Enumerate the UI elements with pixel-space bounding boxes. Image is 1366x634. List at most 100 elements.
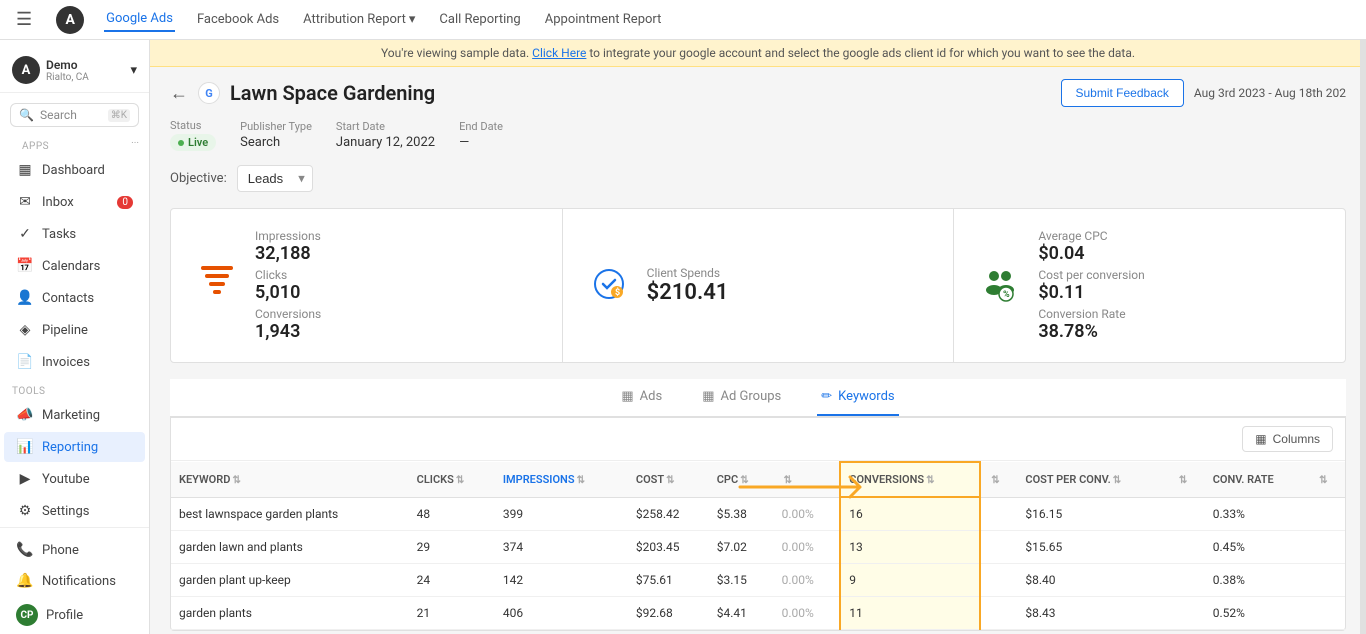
th-clicks[interactable]: CLICKS⇅ bbox=[409, 462, 495, 497]
sidebar-item-marketing[interactable]: 📣 Marketing bbox=[4, 400, 145, 430]
nav-facebook-ads[interactable]: Facebook Ads bbox=[195, 8, 281, 31]
cell-impressions: 399 bbox=[495, 497, 628, 531]
th-cpc[interactable]: CPC⇅ bbox=[709, 462, 774, 497]
inbox-icon: ✉ bbox=[16, 194, 34, 210]
sidebar-item-notifications[interactable]: 🔔 Notifications bbox=[4, 566, 145, 596]
hamburger-menu[interactable]: ☰ bbox=[16, 9, 32, 30]
cell-keyword: garden lawn and plants bbox=[171, 531, 409, 564]
account-name: Demo bbox=[46, 58, 124, 72]
th-conversions[interactable]: CONVERSIONS⇅ bbox=[840, 462, 980, 497]
sort-icon: ⇅ bbox=[1319, 475, 1327, 486]
sidebar-item-calendars[interactable]: 📅 Calendars bbox=[4, 251, 145, 281]
nav-call-reporting[interactable]: Call Reporting bbox=[437, 8, 522, 31]
sidebar-item-label: Contacts bbox=[42, 291, 94, 306]
status-dot bbox=[178, 140, 184, 146]
sample-data-banner: You're viewing sample data. Click Here t… bbox=[150, 40, 1366, 67]
cell-conv-rate: 0.38% bbox=[1205, 564, 1309, 597]
cell-impressions: 374 bbox=[495, 531, 628, 564]
integrate-link[interactable]: Click Here bbox=[532, 46, 586, 60]
sidebar-item-label: Reporting bbox=[42, 440, 98, 455]
scrollbar[interactable] bbox=[1360, 40, 1366, 634]
tab-ad-groups[interactable]: ▦ Ad Groups bbox=[698, 379, 785, 416]
tasks-icon: ✓ bbox=[16, 226, 34, 242]
th-cpc-pct[interactable]: ⇅ bbox=[774, 462, 841, 497]
search-icon: 🔍 bbox=[19, 108, 34, 122]
cell-cost-per-conv: $8.43 bbox=[1017, 597, 1169, 630]
columns-icon: ▦ bbox=[1255, 432, 1266, 446]
sidebar-search[interactable]: 🔍 Search ⌘K bbox=[10, 103, 139, 127]
apps-expand-icon[interactable]: ··· bbox=[131, 138, 139, 149]
app-logo: A bbox=[56, 6, 84, 34]
sidebar-item-tasks[interactable]: ✓ Tasks bbox=[4, 219, 145, 249]
th-keyword[interactable]: KEYWORD⇅ bbox=[171, 462, 409, 497]
sort-icon: ⇅ bbox=[666, 475, 674, 486]
sidebar-item-phone[interactable]: 📞 Phone bbox=[4, 535, 145, 565]
stat-card-funnel: Impressions 32,188 Clicks 5,010 Conversi… bbox=[171, 209, 563, 362]
status-info: Status Live bbox=[170, 119, 216, 151]
sidebar-item-label: Tasks bbox=[42, 227, 76, 242]
cell-clicks: 21 bbox=[409, 597, 495, 630]
cell-cost: $92.68 bbox=[628, 597, 709, 630]
sidebar-item-reporting[interactable]: 📊 Reporting bbox=[4, 432, 145, 462]
cell-keyword: garden plants bbox=[171, 597, 409, 630]
sidebar-item-label: Phone bbox=[42, 543, 79, 558]
sidebar-item-inbox[interactable]: ✉ Inbox 0 bbox=[4, 187, 145, 217]
tab-ads[interactable]: ▦ Ads bbox=[617, 379, 666, 416]
th-cost[interactable]: COST⇅ bbox=[628, 462, 709, 497]
th-conv-pct[interactable]: ⇅ bbox=[980, 462, 1017, 497]
sidebar-item-contacts[interactable]: 👤 Contacts bbox=[4, 283, 145, 313]
cell-cost: $75.61 bbox=[628, 564, 709, 597]
cell-cost: $203.45 bbox=[628, 531, 709, 564]
th-impressions[interactable]: IMPRESSIONS⇅ bbox=[495, 462, 628, 497]
back-button[interactable]: ← bbox=[170, 83, 188, 104]
sidebar-item-dashboard[interactable]: ▦ Dashboard bbox=[4, 155, 145, 185]
table-row: garden plants21406$92.68$4.410.00%11$8.4… bbox=[171, 597, 1345, 630]
nav-attribution-report[interactable]: Attribution Report ▾ bbox=[301, 8, 417, 31]
nav-google-ads[interactable]: Google Ads bbox=[104, 7, 175, 32]
objective-select[interactable]: Leads bbox=[237, 165, 313, 192]
th-rate2[interactable]: ⇅ bbox=[1309, 462, 1345, 497]
phone-icon: 📞 bbox=[16, 542, 34, 558]
sidebar-item-label: Settings bbox=[42, 504, 89, 519]
submit-feedback-button[interactable]: Submit Feedback bbox=[1061, 79, 1184, 107]
th-cpc2[interactable]: ⇅ bbox=[1169, 462, 1205, 497]
contacts-icon: 👤 bbox=[16, 290, 34, 306]
sidebar: A Demo Rialto, CA ▾ 🔍 Search ⌘K Apps ···… bbox=[0, 40, 150, 634]
sidebar-item-invoices[interactable]: 📄 Invoices bbox=[4, 347, 145, 377]
youtube-icon: ▶ bbox=[16, 471, 34, 487]
inbox-badge: 0 bbox=[117, 196, 133, 209]
sidebar-item-youtube[interactable]: ▶ Youtube bbox=[4, 464, 145, 494]
cell-blank bbox=[1169, 497, 1205, 531]
sidebar-item-label: Marketing bbox=[42, 408, 100, 423]
cell-cost-per-conv: $15.65 bbox=[1017, 531, 1169, 564]
dropdown-chevron-icon: ▾ bbox=[409, 12, 416, 27]
sidebar-item-profile[interactable]: CP Profile bbox=[4, 597, 145, 633]
sidebar-item-label: Calendars bbox=[42, 259, 100, 274]
cell-blank bbox=[1169, 597, 1205, 630]
cell-blank2 bbox=[1309, 531, 1345, 564]
sort-icon: ⇅ bbox=[577, 475, 585, 486]
impressions-stat: Impressions 32,188 bbox=[255, 229, 321, 264]
cell-cpc: $4.41 bbox=[709, 597, 774, 630]
nav-appointment-report[interactable]: Appointment Report bbox=[543, 8, 664, 31]
stat-card-spends: $ Client Spends $210.41 bbox=[563, 209, 955, 362]
cell-blank bbox=[1169, 564, 1205, 597]
columns-button[interactable]: ▦ Columns bbox=[1242, 426, 1333, 452]
th-cost-per-conv[interactable]: COST PER CONV.⇅ bbox=[1017, 462, 1169, 497]
conversion-rate-stat: Conversion Rate 38.78% bbox=[1038, 307, 1144, 342]
tab-keywords[interactable]: ✏ Keywords bbox=[817, 379, 898, 416]
account-switcher[interactable]: A Demo Rialto, CA ▾ bbox=[0, 48, 149, 93]
cell-conv-pct bbox=[980, 564, 1017, 597]
sidebar-item-pipeline[interactable]: ◈ Pipeline bbox=[4, 315, 145, 345]
th-conv-rate[interactable]: CONV. RATE bbox=[1205, 462, 1309, 497]
svg-text:%: % bbox=[1003, 290, 1010, 300]
cell-conversions: 11 bbox=[840, 597, 980, 630]
ads-tab-icon: ▦ bbox=[621, 389, 633, 404]
main-content: You're viewing sample data. Click Here t… bbox=[150, 40, 1366, 634]
cell-cpc: $3.15 bbox=[709, 564, 774, 597]
marketing-icon: 📣 bbox=[16, 407, 34, 423]
sidebar-item-settings[interactable]: ⚙ Settings bbox=[4, 496, 145, 526]
profile-avatar: CP bbox=[16, 604, 38, 626]
sort-icon: ⇅ bbox=[991, 475, 999, 486]
table-area: ▦ Columns KEYWORD⇅ CLICKS⇅ IMPRESSIONS⇅ … bbox=[170, 417, 1346, 631]
